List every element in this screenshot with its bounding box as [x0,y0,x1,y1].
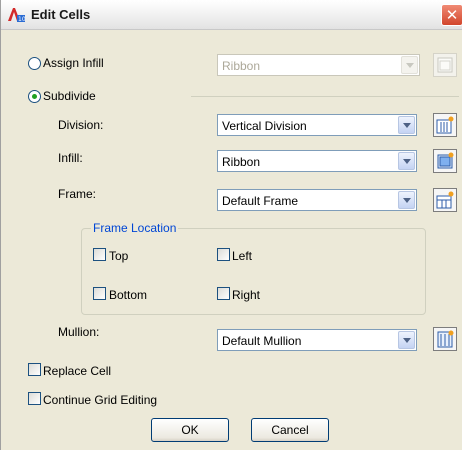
mullion-value: Default Mullion [222,334,302,348]
frame-label: Frame: [58,187,97,201]
mullion-label: Mullion: [58,325,100,339]
assign-infill-combo[interactable]: Ribbon [217,54,420,76]
assign-infill-value: Ribbon [222,59,261,73]
app-icon: 10 [7,7,26,23]
window-title: Edit Cells [31,7,91,22]
radio-selected-dot [32,94,37,99]
infill-combo[interactable]: Ribbon [217,150,417,172]
infill-style-button[interactable] [433,149,457,173]
frame-combo[interactable]: Default Frame [217,189,417,211]
infill-label: Infill: [58,151,83,165]
close-button[interactable]: ✕ [441,4,462,26]
top-label: Top [109,249,129,263]
left-label: Left [232,249,253,263]
dropdown-arrow-icon[interactable] [398,191,415,209]
ok-button[interactable]: OK [151,418,229,442]
dropdown-arrow-icon[interactable] [398,331,415,349]
dropdown-arrow-icon[interactable] [398,152,415,170]
mullion-combo[interactable]: Default Mullion [217,329,417,351]
frame-value: Default Frame [222,194,299,208]
right-label: Right [232,288,261,302]
edit-cells-dialog: 10 Edit Cells ✕ Assign Infill Ribbon Sub… [0,0,462,450]
dropdown-arrow-icon [401,56,418,74]
subdivide-separator [191,96,459,97]
bottom-label: Bottom [109,288,148,302]
continue-grid-editing-checkbox[interactable] [28,392,41,405]
replace-cell-label: Replace Cell [43,364,112,378]
division-combo[interactable]: Vertical Division [217,114,417,136]
assign-infill-style-button[interactable] [433,53,457,77]
style-manager-icon [436,116,454,134]
subdivide-label: Subdivide [43,89,96,103]
close-icon: ✕ [445,6,459,24]
svg-text:10: 10 [18,16,25,23]
infill-value: Ribbon [222,155,261,169]
division-label: Division: [58,118,104,132]
left-checkbox[interactable] [217,248,230,261]
right-checkbox[interactable] [217,287,230,300]
title-bar[interactable]: 10 Edit Cells ✕ [1,0,462,30]
division-value: Vertical Division [222,119,307,133]
bottom-checkbox[interactable] [93,287,106,300]
continue-grid-editing-label: Continue Grid Editing [43,393,158,407]
assign-infill-radio[interactable] [28,57,41,70]
subdivide-radio[interactable] [28,90,41,103]
replace-cell-checkbox[interactable] [28,363,41,376]
top-checkbox[interactable] [93,248,106,261]
style-manager-icon [437,57,453,73]
style-manager-icon [436,191,454,209]
mullion-style-button[interactable] [433,327,457,351]
dropdown-arrow-icon[interactable] [398,116,415,134]
assign-infill-label: Assign Infill [43,56,104,70]
frame-style-button[interactable] [433,188,457,212]
style-manager-icon [437,330,454,348]
division-style-button[interactable] [433,113,457,137]
style-manager-icon [437,152,454,169]
cancel-button[interactable]: Cancel [251,418,329,442]
frame-location-title: Frame Location [91,221,179,235]
